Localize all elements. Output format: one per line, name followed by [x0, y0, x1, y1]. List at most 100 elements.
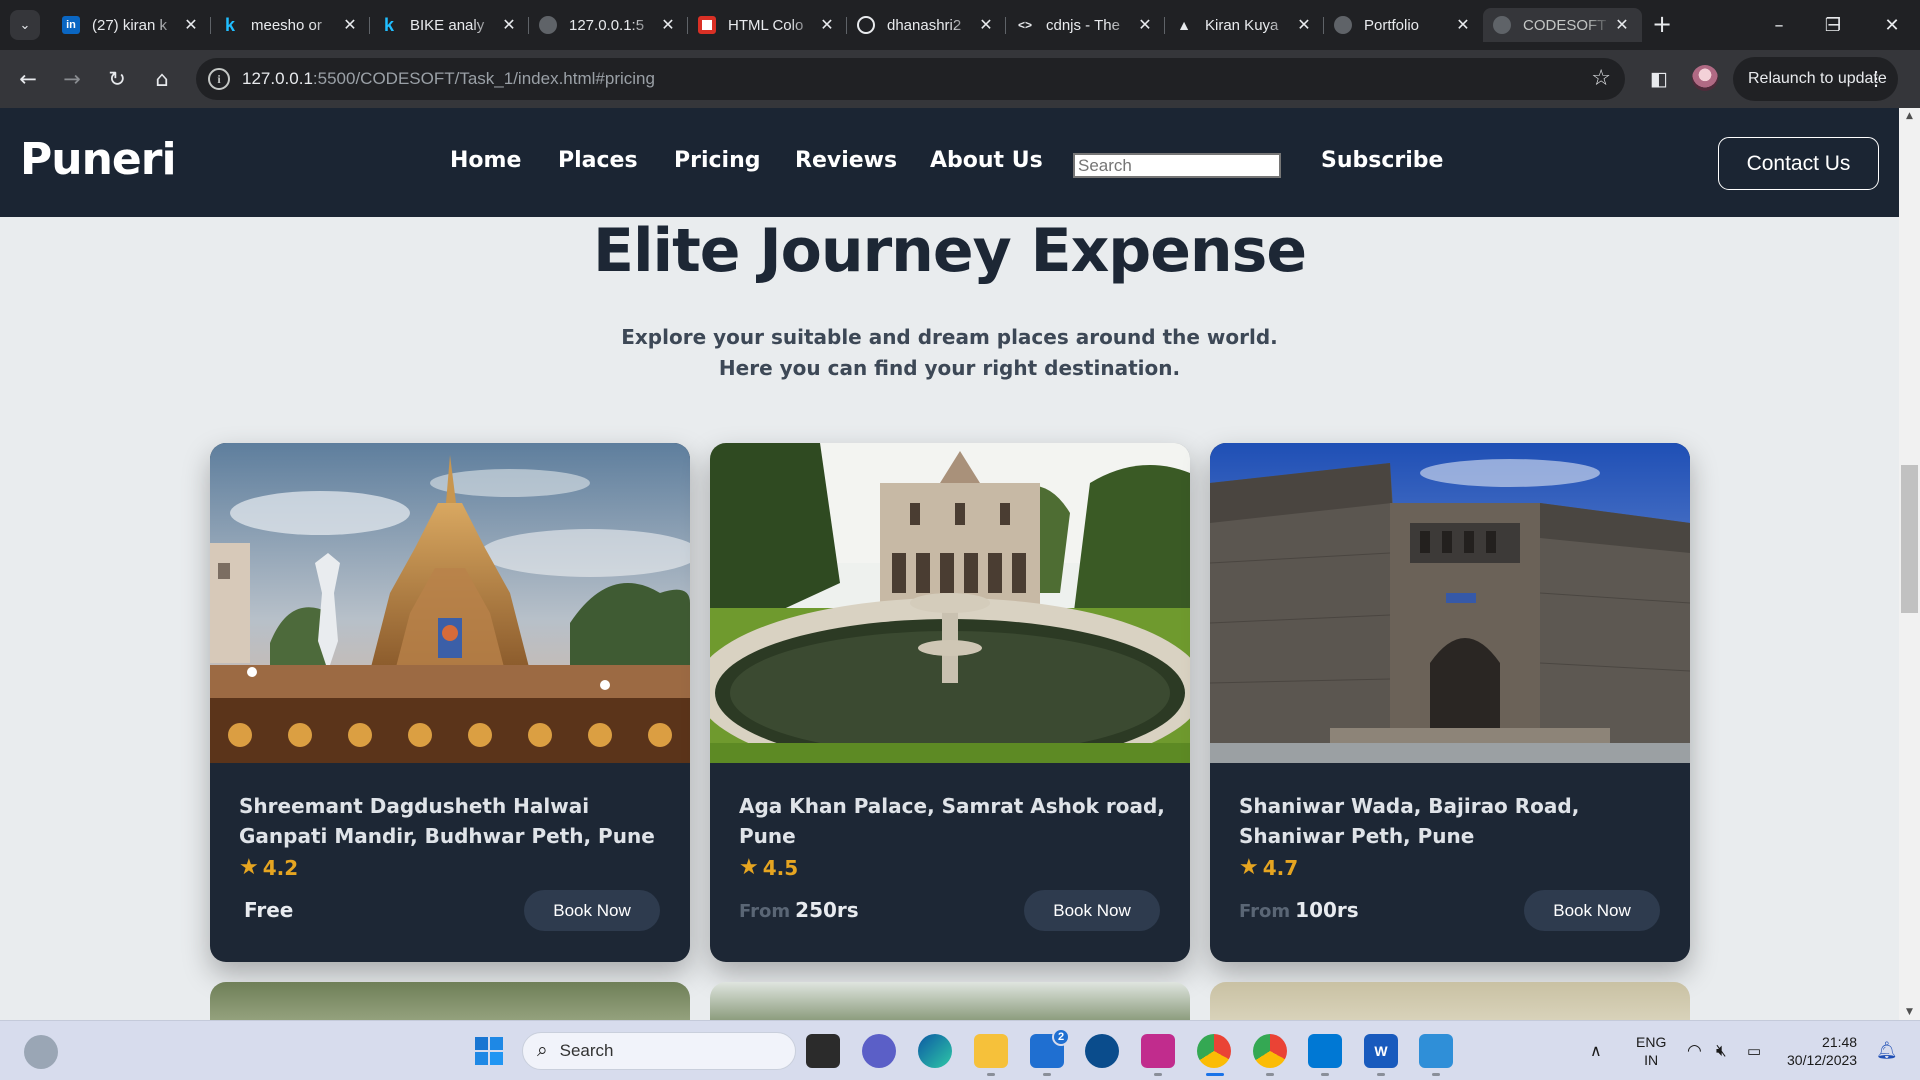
scrollbar-thumb[interactable]	[1901, 465, 1918, 613]
kaggle-icon: k	[383, 14, 394, 35]
side-panel-icon[interactable]: ◧	[1643, 63, 1675, 95]
task-view-icon[interactable]	[806, 1034, 840, 1068]
price: Free	[239, 898, 293, 922]
vercel-icon: ▲	[1177, 17, 1191, 33]
browser-tab[interactable]: in (27) kiran k ✕	[52, 8, 211, 42]
close-icon[interactable]: ✕	[976, 15, 996, 35]
close-icon[interactable]: ✕	[1612, 15, 1632, 35]
contact-us-button[interactable]: Contact Us	[1718, 137, 1879, 190]
close-window-icon[interactable]: ✕	[1864, 8, 1920, 42]
running-indicator	[1377, 1073, 1385, 1076]
close-icon[interactable]: ✕	[817, 15, 837, 35]
taskbar-search-box[interactable]: ⌕ Search	[522, 1032, 796, 1070]
close-icon[interactable]: ✕	[499, 15, 519, 35]
address-bar[interactable]: i 127.0.0.1:5500/CODESOFT/Task_1/index.h…	[196, 58, 1625, 100]
rating: ★ 4.5	[739, 855, 798, 880]
search-input[interactable]	[1073, 153, 1281, 178]
bookmark-star-icon[interactable]: ☆	[1591, 66, 1611, 91]
tab-title: BIKE analy	[410, 16, 485, 34]
browser-tab-active[interactable]: CODESOFT ✕	[1483, 8, 1642, 42]
browser-tab[interactable]: k meesho or ✕	[211, 8, 370, 42]
globe-icon	[1334, 16, 1352, 34]
browser-tab[interactable]: Portfolio ✕	[1324, 8, 1483, 42]
restore-icon[interactable]: ❐	[1805, 8, 1861, 42]
dell-icon[interactable]	[1085, 1034, 1119, 1068]
start-windows-icon[interactable]	[472, 1034, 506, 1068]
nav-reviews[interactable]: Reviews	[795, 148, 897, 173]
home-icon[interactable]: ⌂	[146, 63, 178, 95]
nav-places[interactable]: Places	[558, 148, 638, 173]
notification-bell-icon[interactable]: 🔔︎	[1876, 1021, 1898, 1080]
page-scrollbar[interactable]: ▲ ▼	[1899, 108, 1920, 1020]
site-logo[interactable]: Puneri	[20, 134, 177, 185]
tab-title: (27) kiran k	[92, 16, 168, 34]
show-hidden-icons-chevron-icon[interactable]: ∧	[1590, 1021, 1602, 1080]
more-menu-icon[interactable]: ⋮	[1866, 66, 1886, 91]
forward-arrow-icon[interactable]: →	[56, 63, 88, 95]
reload-icon[interactable]: ↻	[101, 63, 133, 95]
next-card-preview	[1210, 982, 1690, 1020]
new-tab-plus-icon[interactable]: +	[1648, 10, 1676, 38]
close-icon[interactable]: ✕	[1294, 15, 1314, 35]
address-url[interactable]: 127.0.0.1:5500/CODESOFT/Task_1/index.htm…	[242, 58, 655, 100]
site-info-icon[interactable]: i	[208, 68, 230, 90]
close-icon[interactable]: ✕	[1453, 15, 1473, 35]
book-now-button[interactable]: Book Now	[1024, 890, 1160, 931]
minimize-icon[interactable]: –	[1751, 8, 1807, 42]
close-icon[interactable]: ✕	[658, 15, 678, 35]
chrome-icon[interactable]	[1197, 1034, 1231, 1068]
browser-toolbar: ← → ↻ ⌂ i 127.0.0.1:5500/CODESOFT/Task_1…	[0, 50, 1920, 108]
back-arrow-icon[interactable]: ←	[12, 63, 44, 95]
clock[interactable]: 21:48 30/12/2023	[1787, 1021, 1857, 1080]
volume-muted-icon[interactable]: 🔇︎	[1716, 1021, 1727, 1080]
fort-gate-photo	[1210, 443, 1690, 763]
price: From 100rs	[1239, 898, 1359, 922]
browser-tab[interactable]: ▲ Kiran Kuya ✕	[1165, 8, 1324, 42]
battery-icon[interactable]: ▭	[1747, 1021, 1761, 1080]
browser-tab[interactable]: 127.0.0.1:5 ✕	[529, 8, 688, 42]
rating: ★ 4.7	[1239, 855, 1298, 880]
browser-tab[interactable]: HTML Colo ✕	[688, 8, 847, 42]
wps-office-icon[interactable]	[1141, 1034, 1175, 1068]
book-now-button[interactable]: Book Now	[1524, 890, 1660, 931]
scroll-up-arrow-icon[interactable]: ▲	[1899, 108, 1920, 124]
profile-avatar[interactable]	[1692, 65, 1718, 91]
running-indicator	[1043, 1073, 1051, 1076]
wifi-icon[interactable]: ◠	[1687, 1021, 1702, 1080]
pricing-card: Shaniwar Wada, Bajirao Road, Shaniwar Pe…	[1210, 443, 1690, 962]
close-icon[interactable]: ✕	[1135, 15, 1155, 35]
nav-subscribe[interactable]: Subscribe	[1321, 148, 1443, 173]
taskbar-search-label: Search	[559, 1041, 614, 1060]
browser-tab[interactable]: <> cdnjs - The ✕	[1006, 8, 1165, 42]
github-icon	[857, 16, 875, 34]
weather-widget-icon[interactable]	[24, 1035, 58, 1069]
vscode-icon[interactable]	[1308, 1034, 1342, 1068]
mail-icon[interactable]: 2	[1030, 1028, 1070, 1068]
palace-fountain-photo	[710, 443, 1190, 763]
nav-about-us[interactable]: About Us	[930, 148, 1043, 173]
chat-icon[interactable]	[862, 1034, 896, 1068]
photos-icon[interactable]	[1419, 1034, 1453, 1068]
edge-browser-icon[interactable]	[918, 1034, 952, 1068]
scroll-down-arrow-icon[interactable]: ▼	[1899, 1004, 1920, 1020]
star-icon: ★	[739, 855, 759, 880]
close-icon[interactable]: ✕	[181, 15, 201, 35]
tab-title: meesho or	[251, 16, 322, 34]
chrome-profile-icon[interactable]	[1253, 1034, 1287, 1068]
relaunch-to-update-button[interactable]: Relaunch to update ⋮	[1733, 57, 1898, 101]
book-now-button[interactable]: Book Now	[524, 890, 660, 931]
close-icon[interactable]: ✕	[340, 15, 360, 35]
file-explorer-icon[interactable]	[974, 1034, 1008, 1068]
windows-taskbar: ⌕ Search 2 W ∧ ENG IN ◠ 🔇︎ ▭ 21:48 30/12…	[0, 1020, 1920, 1080]
place-title: Shreemant Dagdusheth Halwai Ganpati Mand…	[239, 794, 655, 848]
tab-title: HTML Colo	[728, 16, 804, 34]
url-path: :5500/CODESOFT/Task_1/index.html#pricing	[312, 69, 655, 88]
nav-home[interactable]: Home	[450, 148, 521, 173]
tab-search-chevron-icon[interactable]: ⌄	[10, 10, 40, 40]
browser-tab[interactable]: k BIKE analy ✕	[370, 8, 529, 42]
word-icon[interactable]: W	[1364, 1034, 1398, 1068]
nav-pricing[interactable]: Pricing	[674, 148, 761, 173]
browser-tab[interactable]: dhanashri2 ✕	[847, 8, 1006, 42]
price-prefix: From	[1239, 901, 1291, 922]
language-indicator[interactable]: ENG IN	[1636, 1021, 1666, 1080]
